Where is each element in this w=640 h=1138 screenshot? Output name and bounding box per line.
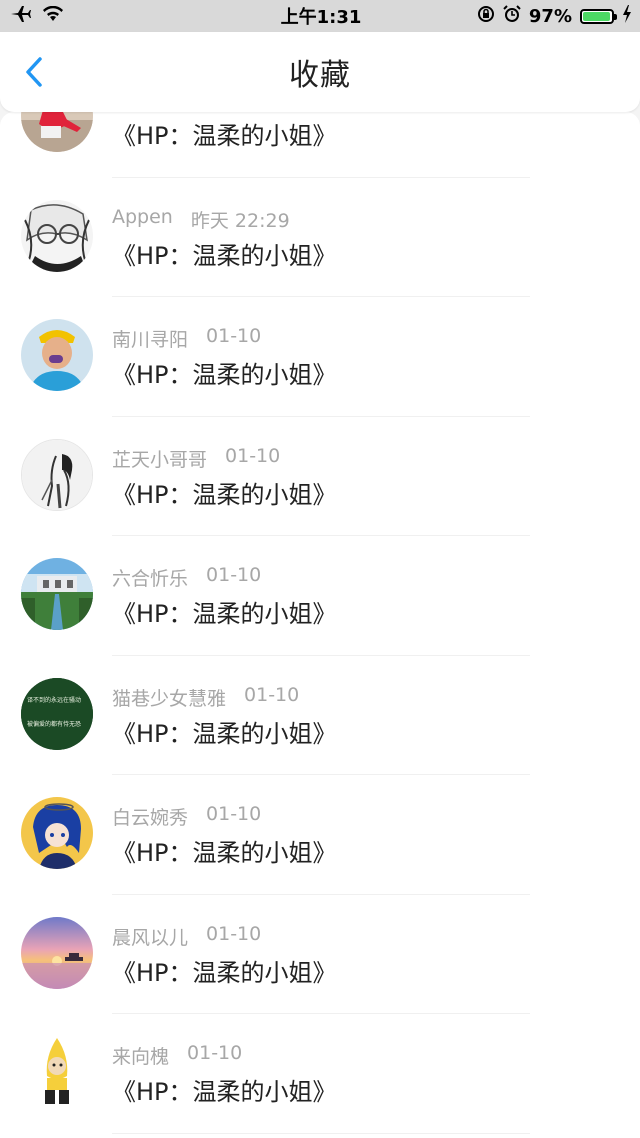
avatar-image — [21, 112, 93, 152]
back-button[interactable] — [18, 54, 54, 90]
user-name[interactable]: 晨风以儿 — [112, 923, 188, 950]
airplane-icon — [10, 5, 32, 28]
item-meta: 晨风以儿 01-10 — [112, 923, 261, 950]
avatar[interactable] — [21, 558, 93, 630]
list-item[interactable]: 晨风以儿 01-10 《HP：温柔的小姐》 — [0, 895, 640, 1015]
timestamp: 01-10 — [206, 564, 262, 586]
list-item[interactable]: Appen 昨天 22:29 《HP：温柔的小姐》 — [0, 178, 640, 298]
avatar[interactable] — [21, 916, 93, 989]
status-time: 上午1:31 — [280, 7, 362, 28]
item-meta: 南川寻阳 01-10 — [112, 325, 261, 352]
battery-level-fill — [583, 11, 611, 21]
item-meta: 芷天小哥哥 01-10 — [112, 445, 280, 472]
list-item[interactable]: 译不到的永远在骚动 被偏爱的都有恃无恐 猫巷少女慧雅 01-10 《HP：温柔的小姐》 — [0, 656, 640, 776]
user-name[interactable]: 猫巷少女慧雅 — [112, 684, 226, 711]
item-title: 《HP：温柔的小姐》 — [112, 361, 337, 389]
item-meta: 六合忻乐 01-10 — [112, 564, 261, 591]
avatar-image: 译不到的永远在骚动被偏爱的都有恃无恐 — [21, 677, 93, 750]
battery-percent: 97% — [528, 5, 572, 27]
avatar-image — [21, 558, 93, 630]
alarm-icon — [503, 4, 521, 28]
item-meta: 小锐智叶 今天 01:13 — [112, 112, 305, 113]
user-name[interactable]: 六合忻乐 — [112, 564, 188, 591]
wifi-icon — [42, 5, 64, 27]
avatar[interactable] — [21, 319, 93, 391]
avatar[interactable] — [21, 112, 93, 152]
avatar-image — [21, 199, 93, 272]
navigation-bar: 收藏 — [0, 32, 640, 112]
timestamp: 01-10 — [206, 803, 262, 825]
avatar[interactable] — [21, 797, 93, 869]
avatar-image — [21, 1036, 93, 1108]
avatar[interactable] — [21, 438, 93, 511]
user-name[interactable]: 南川寻阳 — [112, 325, 188, 352]
item-title: 《HP：温柔的小姐》 — [112, 958, 337, 987]
user-name[interactable]: 白云婉秀 — [112, 803, 188, 830]
avatar-image — [22, 439, 92, 510]
list-item[interactable]: 小锐智叶 今天 01:13 《HP：温柔的小姐》 — [0, 112, 640, 178]
item-meta: 猫巷少女慧雅 01-10 — [112, 684, 299, 711]
item-title: 《HP：温柔的小姐》 — [112, 600, 337, 628]
list-item[interactable]: 南川寻阳 01-10 《HP：温柔的小姐》 — [0, 297, 640, 417]
status-bar: 上午1:31 97% — [0, 0, 640, 32]
list-item[interactable]: 芷天小哥哥 01-10 《HP：温柔的小姐》 — [0, 417, 640, 537]
user-name[interactable]: 芷天小哥哥 — [112, 445, 207, 472]
item-title: 《HP：温柔的小姐》 — [112, 480, 337, 509]
page-title: 收藏 — [289, 58, 351, 93]
user-name[interactable]: 小锐智叶 — [112, 112, 188, 113]
timestamp: 昨天 22:29 — [190, 209, 290, 232]
chevron-left-icon — [26, 57, 42, 87]
timestamp: 01-10 — [187, 1042, 243, 1064]
item-meta: 白云婉秀 01-10 — [112, 803, 261, 830]
timestamp: 01-10 — [206, 922, 262, 945]
avatar[interactable]: 译不到的永远在骚动 被偏爱的都有恃无恐 — [21, 677, 93, 750]
user-name[interactable]: 来向槐 — [112, 1042, 169, 1069]
svg-text:被偏爱的都有恃无恐: 被偏爱的都有恃无恐 — [27, 720, 81, 728]
avatar[interactable] — [21, 1036, 93, 1108]
timestamp: 01-10 — [225, 444, 281, 467]
avatar-image — [21, 319, 93, 391]
item-title: 《HP：温柔的小姐》 — [112, 719, 337, 748]
favorites-list[interactable]: 小锐智叶 今天 01:13 《HP：温柔的小姐》 Appen 昨天 22:29 《HP：温… — [0, 112, 640, 1138]
battery-icon — [580, 8, 617, 24]
timestamp: 今天 01:13 — [206, 112, 305, 113]
item-title: 《HP：温柔的小姐》 — [112, 839, 337, 867]
list-item[interactable]: 来向槐 01-10 《HP：温柔的小姐》 — [0, 1014, 640, 1134]
orientation-lock-icon — [477, 5, 495, 28]
list-item[interactable]: 六合忻乐 01-10 《HP：温柔的小姐》 — [0, 536, 640, 656]
user-name[interactable]: Appen — [112, 206, 173, 233]
svg-text:译不到的永远在骚动: 译不到的永远在骚动 — [27, 696, 81, 704]
list-item[interactable]: 白云婉秀 01-10 《HP：温柔的小姐》 — [0, 775, 640, 895]
item-meta: Appen 昨天 22:29 — [112, 206, 290, 233]
item-title: 《HP：温柔的小姐》 — [112, 241, 337, 270]
charging-icon — [622, 4, 632, 28]
item-title: 《HP：温柔的小姐》 — [112, 1078, 337, 1106]
timestamp: 01-10 — [206, 325, 262, 347]
item-meta: 来向槐 01-10 — [112, 1042, 242, 1069]
item-title: 《HP：温柔的小姐》 — [112, 122, 337, 150]
timestamp: 01-10 — [244, 683, 300, 706]
avatar-image — [21, 797, 93, 869]
avatar[interactable] — [21, 199, 93, 272]
avatar-image — [21, 916, 93, 989]
